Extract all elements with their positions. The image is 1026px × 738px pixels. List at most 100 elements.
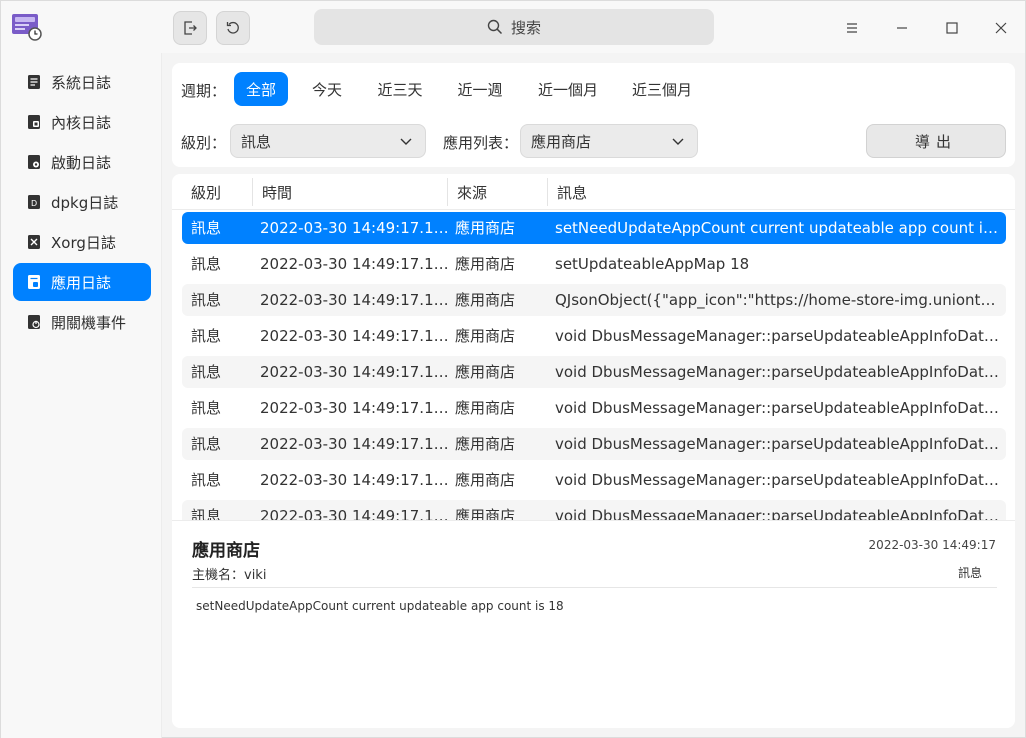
table-row[interactable]: 訊息 2022-03-30 14:49:17.118 應用商店 void Dbu…	[182, 428, 1006, 460]
cell-message: void DbusMessageManager::parseUpdateable…	[555, 507, 1003, 520]
period-1month-button[interactable]: 近一個月	[528, 72, 608, 106]
cell-level: 訊息	[191, 363, 222, 381]
table-row[interactable]: 訊息 2022-03-30 14:49:17.122 應用商店 void Dbu…	[182, 320, 1006, 352]
menu-icon	[847, 23, 857, 33]
period-1week-button[interactable]: 近一週	[448, 72, 512, 106]
export-button[interactable]: 導出	[866, 124, 1006, 158]
cell-time: 2022-03-30 14:49:17.122	[260, 327, 450, 345]
chevron-down-icon	[672, 138, 684, 145]
table-row[interactable]: 訊息 2022-03-30 14:49:17.118 應用商店 void Dbu…	[182, 464, 1006, 496]
export-log-button[interactable]	[173, 11, 207, 45]
kernel-log-icon	[28, 115, 40, 129]
column-header-level[interactable]: 級別	[191, 174, 221, 210]
period-label-3months: 近三個月	[631, 80, 692, 99]
column-header-time[interactable]: 時間	[262, 174, 292, 210]
filter-panel: 週期： 全部 今天 近三天 近一週 近一個月 近三個月 級別： 訊息 應用列表：…	[172, 63, 1015, 167]
cell-time: 2022-03-30 14:49:17.118	[260, 507, 450, 520]
export-file-icon	[184, 21, 197, 35]
refresh-icon	[226, 21, 239, 34]
xorg-log-icon	[28, 235, 40, 249]
period-label: 週期：	[181, 82, 227, 100]
maximize-button[interactable]	[937, 13, 967, 43]
column-divider[interactable]	[547, 178, 548, 206]
cell-level: 訊息	[191, 435, 222, 453]
cell-source: 應用商店	[455, 363, 516, 381]
power-event-icon	[28, 315, 40, 329]
chevron-down-icon	[400, 138, 412, 145]
cell-time: 2022-03-30 14:49:17.123	[260, 291, 450, 309]
sidebar-item-kernel-log[interactable]: 內核日誌	[13, 103, 151, 141]
minimize-button[interactable]	[887, 13, 917, 43]
detail-timestamp: 2022-03-30 14:49:17	[868, 538, 996, 552]
period-3days-button[interactable]: 近三天	[368, 72, 432, 106]
period-all-button[interactable]: 全部	[234, 72, 288, 106]
log-viewer-window: 搜索 系統日誌 內核日誌 啟動日誌 D dpkg日誌 Xorg日誌 應用日誌 開…	[0, 0, 1026, 738]
sidebar-item-label: dpkg日誌	[51, 193, 119, 212]
table-row[interactable]: 訊息 2022-03-30 14:49:17.124 應用商店 setNeedU…	[182, 212, 1006, 244]
search-box[interactable]: 搜索	[314, 9, 714, 45]
cell-time: 2022-03-30 14:49:17.119	[260, 363, 450, 381]
detail-source-title: 應用商店	[192, 541, 260, 561]
refresh-button[interactable]	[216, 11, 250, 45]
period-today-button[interactable]: 今天	[300, 72, 354, 106]
level-select[interactable]: 訊息	[230, 124, 426, 158]
detail-message[interactable]: setNeedUpdateAppCount current updateable…	[196, 599, 564, 613]
table-body: 訊息 2022-03-30 14:49:17.124 應用商店 setNeedU…	[182, 212, 1006, 520]
period-3months-button[interactable]: 近三個月	[622, 72, 702, 106]
sidebar-item-label: 系統日誌	[51, 73, 112, 92]
column-divider[interactable]	[447, 178, 448, 206]
period-label-1week: 近一週	[457, 80, 503, 99]
menu-button[interactable]	[837, 13, 867, 43]
svg-text:D: D	[31, 199, 37, 208]
cell-message: QJsonObject({"app_icon":"https://home-st…	[555, 291, 1003, 309]
cell-level: 訊息	[191, 255, 222, 273]
sidebar-item-label: 應用日誌	[51, 273, 112, 292]
cell-time: 2022-03-30 14:49:17.124	[260, 219, 450, 237]
search-placeholder: 搜索	[510, 18, 541, 37]
sidebar-item-label: 開關機事件	[51, 313, 127, 332]
sidebar: 系統日誌 內核日誌 啟動日誌 D dpkg日誌 Xorg日誌 應用日誌 開關機事…	[1, 53, 162, 738]
app-list-select[interactable]: 應用商店	[520, 124, 698, 158]
sidebar-item-app-log[interactable]: 應用日誌	[13, 263, 151, 301]
detail-hostname: 主機名：viki	[192, 568, 267, 583]
title-bar: 搜索	[1, 1, 1025, 53]
table-row[interactable]: 訊息 2022-03-30 14:49:17.123 應用商店 QJsonObj…	[182, 284, 1006, 316]
cell-time: 2022-03-30 14:49:17.118	[260, 471, 450, 489]
column-divider[interactable]	[252, 178, 253, 206]
column-header-source[interactable]: 來源	[457, 174, 487, 210]
app-log-icon	[28, 275, 40, 289]
cell-source: 應用商店	[455, 435, 516, 453]
dpkg-log-icon: D	[28, 195, 40, 209]
cell-message: void DbusMessageManager::parseUpdateable…	[555, 327, 1003, 345]
sidebar-item-system-log[interactable]: 系統日誌	[13, 63, 151, 101]
table-row[interactable]: 訊息 2022-03-30 14:49:17.119 應用商店 void Dbu…	[182, 356, 1006, 388]
table-row[interactable]: 訊息 2022-03-30 14:49:17.124 應用商店 setUpdat…	[182, 248, 1006, 280]
sidebar-item-label: 內核日誌	[51, 113, 112, 132]
level-label: 級別：	[181, 134, 227, 152]
cell-time: 2022-03-30 14:49:17.118	[260, 435, 450, 453]
sidebar-item-dpkg-log[interactable]: D dpkg日誌	[13, 183, 151, 221]
column-header-message[interactable]: 訊息	[557, 174, 587, 210]
sidebar-item-label: 啟動日誌	[51, 153, 112, 172]
divider	[192, 587, 997, 588]
detail-level: 訊息	[957, 566, 982, 580]
cell-source: 應用商店	[455, 291, 516, 309]
app-list-label: 應用列表：	[443, 134, 519, 152]
period-label-today: 今天	[311, 80, 342, 99]
close-button[interactable]	[986, 13, 1016, 43]
level-select-value: 訊息	[241, 132, 272, 151]
minimize-icon	[897, 27, 907, 29]
sidebar-item-power-events[interactable]: 開關機事件	[13, 303, 151, 341]
sidebar-item-label: Xorg日誌	[51, 233, 116, 252]
table-row[interactable]: 訊息 2022-03-30 14:49:17.119 應用商店 void Dbu…	[182, 392, 1006, 424]
cell-level: 訊息	[191, 507, 222, 520]
cell-message: void DbusMessageManager::parseUpdateable…	[555, 399, 1003, 417]
sidebar-item-xorg-log[interactable]: Xorg日誌	[13, 223, 151, 261]
cell-level: 訊息	[191, 291, 222, 309]
app-list-select-value: 應用商店	[531, 132, 592, 151]
sidebar-item-boot-log[interactable]: 啟動日誌	[13, 143, 151, 181]
table-row[interactable]: 訊息 2022-03-30 14:49:17.118 應用商店 void Dbu…	[182, 500, 1006, 520]
cell-level: 訊息	[191, 471, 222, 489]
boot-log-icon	[28, 155, 40, 169]
cell-time: 2022-03-30 14:49:17.124	[260, 255, 450, 273]
